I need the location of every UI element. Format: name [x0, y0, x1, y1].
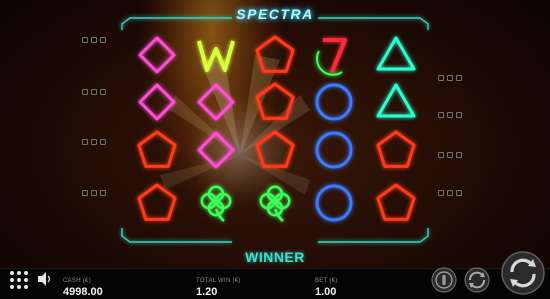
- total-win-label: TOTAL WIN (€): [196, 278, 241, 284]
- total-win-value: 1.20: [196, 286, 218, 298]
- payline-indicator-left-1: [82, 37, 112, 45]
- payline-indicator-left-2: [82, 89, 112, 97]
- payline-indicator-right-2: [438, 112, 468, 120]
- symbol-pentagon: [376, 183, 416, 221]
- turbo-icon: [464, 267, 490, 293]
- menu-button[interactable]: [8, 269, 28, 289]
- cash-value: 4998.00: [63, 286, 103, 298]
- grid-dots-icon: [10, 271, 14, 275]
- symbol-circle: [315, 131, 353, 169]
- symbol-diamond: [138, 36, 176, 74]
- spin-icon: [501, 251, 545, 295]
- symbol-triangle: [376, 83, 416, 118]
- winner-label: WINNER: [245, 249, 305, 265]
- turbo-button[interactable]: [463, 266, 491, 294]
- symbol-seven: [316, 38, 347, 76]
- win-burst: [160, 55, 310, 205]
- payline-indicator-right-3: [438, 152, 468, 160]
- autoplay-button[interactable]: [430, 266, 458, 294]
- symbol-pentagon: [137, 130, 177, 168]
- autoplay-icon: [431, 267, 457, 293]
- spin-button[interactable]: [500, 250, 546, 296]
- game-logo: SPECTRA: [236, 6, 314, 22]
- payline-indicator-right-1: [438, 75, 468, 83]
- symbol-triangle: [376, 36, 416, 71]
- cash-label: CASH (€): [63, 278, 92, 284]
- symbol-diamond: [138, 83, 176, 121]
- payline-indicator-left-3: [82, 139, 112, 147]
- payline-indicator-right-4: [438, 190, 468, 198]
- speaker-icon: [38, 272, 51, 286]
- payline-indicator-left-4: [82, 190, 112, 198]
- symbol-pentagon: [137, 183, 177, 221]
- symbol-circle: [315, 184, 353, 222]
- symbol-circle: [315, 83, 353, 121]
- bet-value: 1.00: [315, 286, 337, 298]
- bet-label: BET (€): [315, 278, 338, 284]
- symbol-pentagon: [376, 130, 416, 168]
- sound-button[interactable]: [36, 271, 54, 287]
